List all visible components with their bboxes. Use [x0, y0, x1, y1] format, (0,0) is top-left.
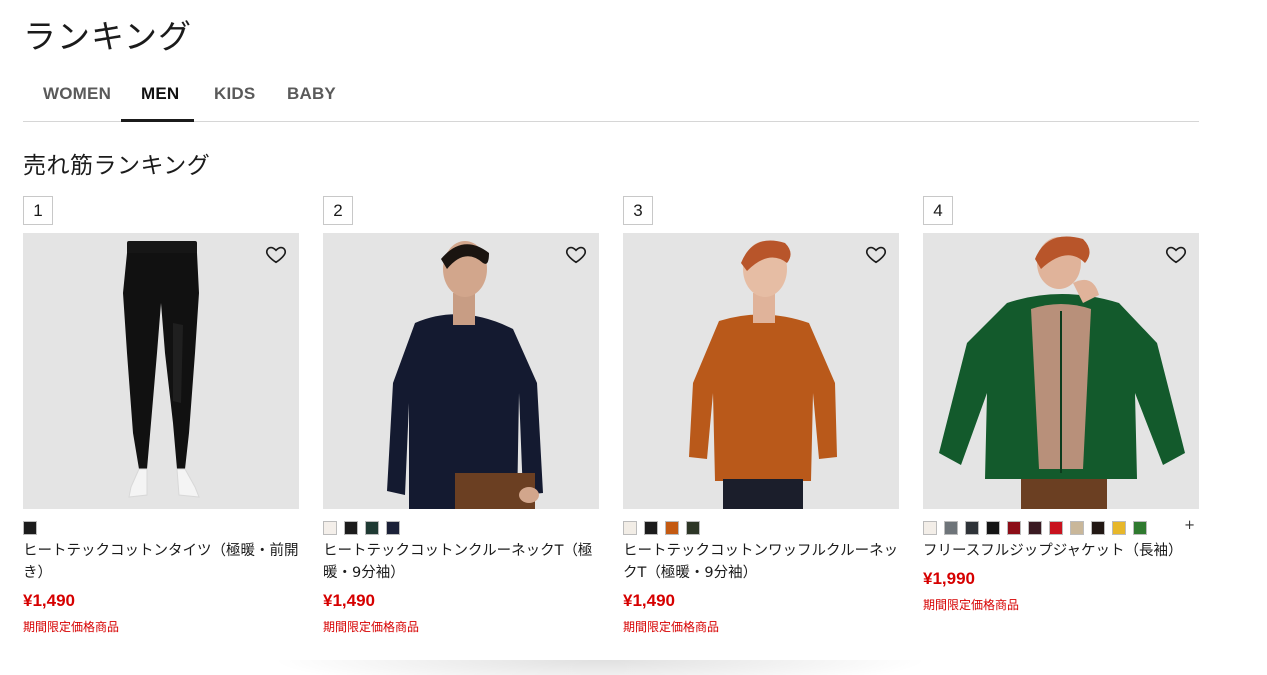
- product-card[interactable]: 2 ヒートテックコットンクルーネックT（極暖・9分袖） ¥1,490 期間限定価…: [323, 196, 599, 634]
- color-swatch[interactable]: [644, 521, 658, 535]
- heart-outline-icon[interactable]: [1165, 243, 1187, 265]
- product-image[interactable]: [323, 233, 599, 509]
- rank-badge: 3: [623, 196, 653, 225]
- product-price: ¥1,490: [323, 591, 375, 610]
- color-swatch[interactable]: [386, 521, 400, 535]
- tab-kids[interactable]: KIDS: [214, 84, 255, 104]
- color-swatch[interactable]: [1007, 521, 1021, 535]
- product-image[interactable]: [923, 233, 1199, 509]
- product-name[interactable]: ヒートテックコットンワッフルクルーネックT（極暖・9分袖）: [623, 540, 899, 584]
- heart-outline-icon[interactable]: [565, 243, 587, 265]
- product-info: フリースフルジップジャケット（長袖） ¥1,990 期間限定価格商品: [923, 540, 1199, 616]
- color-swatch[interactable]: [623, 521, 637, 535]
- product-card[interactable]: 3 ヒートテックコットンワッフルクルーネックT（極暖・9分袖） ¥1,490 期…: [623, 196, 899, 634]
- color-swatch[interactable]: [665, 521, 679, 535]
- color-swatch[interactable]: [1091, 521, 1105, 535]
- model-green-fleece-illustration: [939, 236, 1185, 509]
- color-swatches: [623, 521, 899, 535]
- color-swatch[interactable]: [323, 521, 337, 535]
- color-swatch[interactable]: [1070, 521, 1084, 535]
- color-swatches: [23, 521, 299, 535]
- product-price: ¥1,490: [23, 591, 75, 610]
- promo-label: 期間限定価格商品: [23, 620, 120, 634]
- rank-badge: 4: [923, 196, 953, 225]
- product-card[interactable]: 4 + フリースフルジップジャケット（長袖） ¥1,990 期間限定価格商品: [923, 196, 1199, 612]
- color-swatch[interactable]: [923, 521, 937, 535]
- product-info: ヒートテックコットンクルーネックT（極暖・9分袖） ¥1,490 期間限定価格商…: [323, 540, 599, 638]
- color-swatch[interactable]: [965, 521, 979, 535]
- product-name[interactable]: フリースフルジップジャケット（長袖）: [923, 540, 1199, 562]
- color-swatch[interactable]: [1112, 521, 1126, 535]
- model-orange-waffle-illustration: [689, 240, 837, 509]
- color-swatches: +: [923, 518, 1199, 535]
- product-info: ヒートテックコットンワッフルクルーネックT（極暖・9分袖） ¥1,490 期間限…: [623, 540, 899, 638]
- promo-label: 期間限定価格商品: [323, 620, 420, 634]
- more-colors-indicator[interactable]: +: [1184, 518, 1195, 533]
- product-info: ヒートテックコットンタイツ（極暖・前開き） ¥1,490 期間限定価格商品: [23, 540, 299, 638]
- tab-women[interactable]: WOMEN: [43, 84, 111, 104]
- product-name[interactable]: ヒートテックコットンクルーネックT（極暖・9分袖）: [323, 540, 599, 584]
- heart-outline-icon[interactable]: [865, 243, 887, 265]
- bottom-shadow: [270, 660, 930, 675]
- section-title: 売れ筋ランキング: [23, 153, 211, 179]
- product-name[interactable]: ヒートテックコットンタイツ（極暖・前開き）: [23, 540, 299, 584]
- promo-label: 期間限定価格商品: [923, 598, 1020, 612]
- product-price: ¥1,990: [923, 569, 975, 588]
- rank-badge: 2: [323, 196, 353, 225]
- color-swatch[interactable]: [986, 521, 1000, 535]
- product-price: ¥1,490: [623, 591, 675, 610]
- page-title: ランキング: [23, 17, 193, 56]
- product-image[interactable]: [623, 233, 899, 509]
- color-swatches: [323, 521, 599, 535]
- tights-illustration: [123, 241, 200, 498]
- color-swatch[interactable]: [944, 521, 958, 535]
- color-swatch[interactable]: [1133, 521, 1147, 535]
- color-swatch[interactable]: [1049, 521, 1063, 535]
- tab-baby[interactable]: BABY: [287, 84, 336, 104]
- color-swatch[interactable]: [23, 521, 37, 535]
- model-navy-crewneck-illustration: [387, 241, 543, 509]
- active-tab-indicator: [121, 119, 194, 122]
- color-swatch[interactable]: [686, 521, 700, 535]
- product-image[interactable]: [23, 233, 299, 509]
- product-card[interactable]: 1 ヒートテックコットンタイツ（極暖・前開き） ¥1,490 期間限定価格商品: [23, 196, 299, 634]
- color-swatch[interactable]: [365, 521, 379, 535]
- promo-label: 期間限定価格商品: [623, 620, 720, 634]
- gender-tabs: WOMEN MEN KIDS BABY: [23, 72, 1199, 122]
- color-swatch[interactable]: [344, 521, 358, 535]
- color-swatch[interactable]: [1028, 521, 1042, 535]
- tab-men[interactable]: MEN: [141, 84, 179, 104]
- rank-badge: 1: [23, 196, 53, 225]
- heart-outline-icon[interactable]: [265, 243, 287, 265]
